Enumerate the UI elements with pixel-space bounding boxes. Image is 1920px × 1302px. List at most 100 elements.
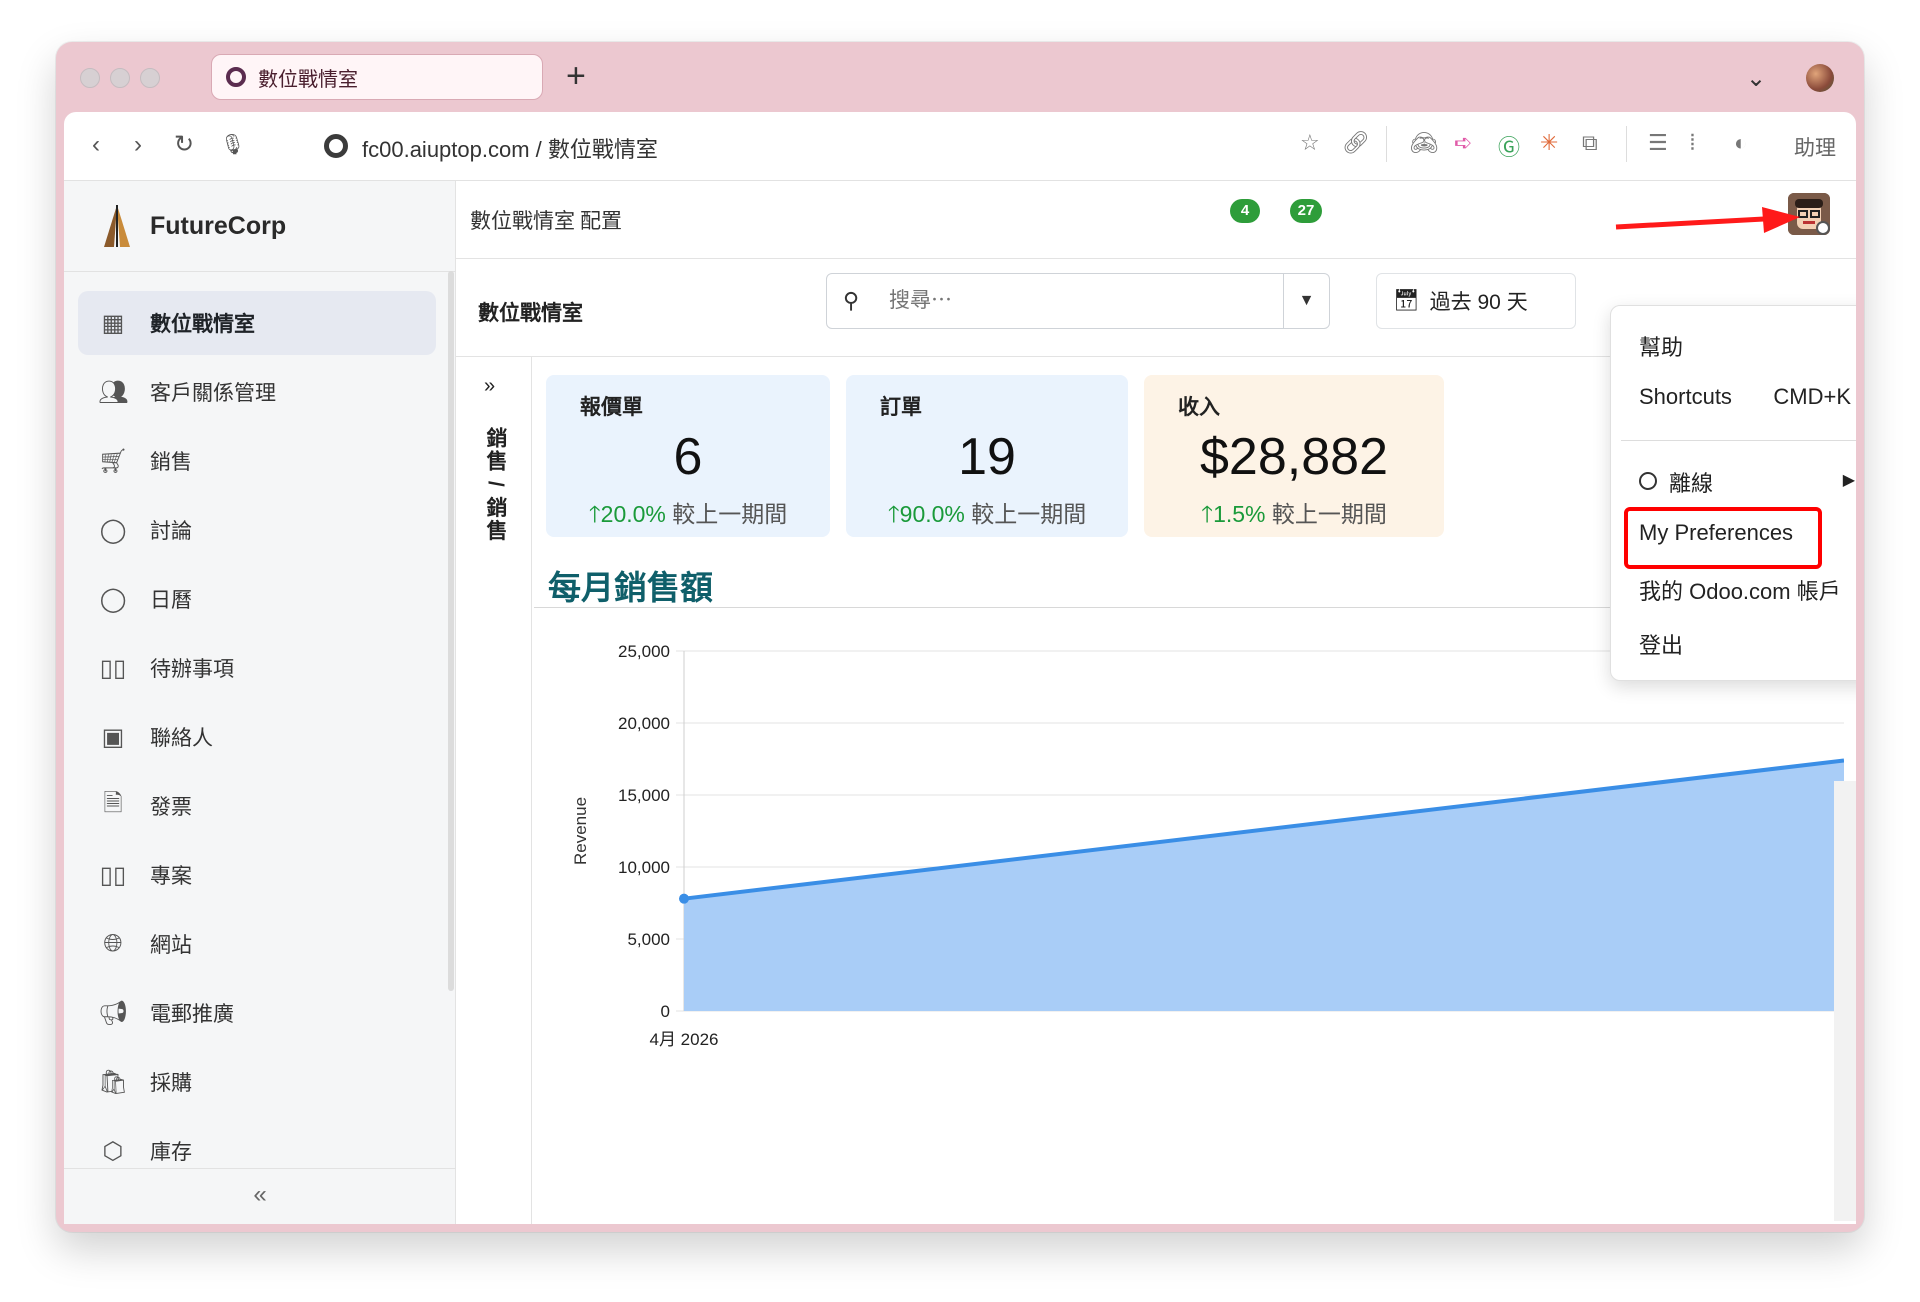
messages-badge[interactable]: 27: [1290, 199, 1322, 223]
sidebar-item-calendar[interactable]: ◯ 日曆: [78, 567, 436, 631]
menu-logout[interactable]: 登出: [1639, 628, 1683, 660]
kpi-change: 🡑90.0% 較上一期間: [846, 495, 1128, 537]
menu-shortcuts[interactable]: Shortcuts: [1639, 384, 1732, 410]
red-arrow-icon: [1615, 207, 1800, 233]
chat-icon: ◯: [99, 516, 127, 544]
search-icon: ⚲: [843, 288, 860, 313]
search-input[interactable]: [889, 274, 1269, 328]
date-period-selector[interactable]: 📅︎ 過去 90 天: [1376, 273, 1576, 329]
sidebar-item-dashboard[interactable]: ▦ 數位戰情室: [78, 291, 436, 355]
extensions-puzzle-icon[interactable]: ⧉: [1582, 130, 1598, 156]
browser-window: 數位戰情室 + ⌄ ‹ › ↻ 🎙︎ fc00.aiuptop.com / 數位…: [56, 42, 1864, 1232]
shortcut-key: CMD+K: [1773, 384, 1851, 409]
document-icon: 🗎: [103, 789, 123, 817]
address-bar[interactable]: fc00.aiuptop.com / 數位戰情室: [362, 132, 658, 164]
extension-arrow-icon[interactable]: ➪: [1454, 130, 1472, 156]
sidebar-item-contacts[interactable]: ▣ 聯絡人: [78, 705, 436, 769]
extension-grammarly-icon[interactable]: Ⓖ: [1498, 130, 1520, 162]
sidebar-item-crm[interactable]: 👥︎ 客戶關係管理: [78, 360, 436, 424]
series-area: [684, 760, 1844, 1011]
user-menu: 幫助 Shortcuts CMD+K 離線 ▶ My Preferences 我…: [1610, 305, 1856, 681]
minimize-window-button[interactable]: [110, 68, 130, 88]
sidebar-item-label: 網站: [150, 934, 192, 957]
sidebar-item-purchase[interactable]: 🛍︎ 採購: [78, 1050, 436, 1114]
chevron-down-icon[interactable]: ⌄: [1746, 64, 1766, 93]
site-favicon-icon: [226, 67, 246, 87]
kpi-value: 19: [958, 428, 1016, 486]
menu-help[interactable]: 幫助: [1639, 330, 1683, 362]
grid-icon: ▦: [101, 309, 125, 337]
kanban-icon: ▯▯: [99, 654, 127, 682]
menu-status-offline[interactable]: 離線: [1669, 466, 1713, 498]
contact-card-icon: ▣: [101, 723, 125, 751]
search-box: ⚲ ▼: [826, 273, 1330, 329]
site-info-icon[interactable]: [324, 134, 348, 158]
sidebar-item-discuss[interactable]: ◯ 討論: [78, 498, 436, 562]
sidebar-item-label: 發票: [150, 796, 192, 819]
sidebar-item-todo[interactable]: ▯▯ 待辦事項: [78, 636, 436, 700]
audio-wave-icon[interactable]: ⦙: [1690, 130, 1695, 156]
filter-label: 銷售 / 銷售: [484, 427, 507, 543]
kpi-change-suffix: 較上一期間: [971, 501, 1087, 527]
sidebar-item-label: 討論: [150, 520, 192, 543]
browser-toolbar: ‹ › ↻ 🎙︎ fc00.aiuptop.com / 數位戰情室 ☆ 🔗︎ 🙈…: [64, 112, 1856, 180]
sidebar-item-project[interactable]: ▯▯ 專案: [78, 843, 436, 907]
sidebar-item-label: 採購: [150, 1072, 192, 1095]
tab-title: 數位戰情室: [258, 68, 358, 91]
bookmark-star-icon[interactable]: ☆: [1300, 130, 1320, 156]
close-window-button[interactable]: [80, 68, 100, 88]
kpi-quotations[interactable]: 報價單 6 🡑20.0% 較上一期間: [546, 375, 830, 537]
kpi-change-suffix: 較上一期間: [1271, 501, 1387, 527]
globe-icon: 🌐︎: [103, 930, 123, 957]
assistant-icon[interactable]: ◐: [1734, 130, 1747, 156]
menu-dashboard[interactable]: 數位戰情室: [470, 205, 575, 235]
sidebar-item-invoicing[interactable]: 🗎 發票: [78, 774, 436, 838]
microphone-icon[interactable]: 🎙︎: [220, 130, 245, 160]
kpi-change-value: 1.5%: [1213, 501, 1266, 527]
y-tick-label: 20,000: [618, 714, 670, 733]
content-scrollbar[interactable]: [1834, 781, 1856, 1221]
reload-icon[interactable]: ↻: [174, 130, 194, 160]
period-label: 過去 90 天: [1429, 291, 1528, 314]
link-icon[interactable]: 🔗︎: [1342, 130, 1370, 156]
kpi-change-value: 20.0%: [600, 501, 666, 527]
kpi-orders[interactable]: 訂單 19 🡑90.0% 較上一期間: [846, 375, 1128, 537]
assistant-button[interactable]: 助理: [1794, 132, 1836, 162]
toolbar-separator: [1626, 126, 1627, 162]
brand[interactable]: FutureCorp: [100, 203, 286, 249]
kpi-change-suffix: 較上一期間: [672, 501, 788, 527]
collapse-sidebar-button[interactable]: «: [64, 1168, 456, 1224]
kpi-title: 報價單: [580, 396, 643, 419]
y-axis-label: Revenue: [571, 797, 590, 865]
y-tick-label: 5,000: [627, 930, 670, 949]
sidebar-scrollbar[interactable]: [448, 271, 454, 991]
status-radio-icon: [1639, 472, 1657, 490]
menu-odoo-account[interactable]: 我的 Odoo.com 帳戶: [1639, 574, 1841, 606]
y-tick-label: 10,000: [618, 858, 670, 877]
forward-icon[interactable]: ›: [134, 130, 142, 160]
sidebar-item-label: 待辦事項: [150, 658, 234, 681]
x-tick-label: 4月 2026: [650, 1030, 719, 1049]
zoom-window-button[interactable]: [140, 68, 160, 88]
activity-badge[interactable]: 4: [1230, 199, 1260, 223]
sidebar-item-website[interactable]: 🌐︎ 網站: [78, 912, 436, 976]
back-icon[interactable]: ‹: [92, 130, 100, 160]
sidebar-item-email-marketing[interactable]: 📢︎ 電郵推廣: [78, 981, 436, 1045]
search-options-dropdown[interactable]: ▼: [1283, 274, 1329, 328]
monthly-sales-chart: 25,000 20,000 15,000 10,000 5,000 0 Revenue 4月 …: [534, 611, 1844, 1223]
cart-icon: 🛒︎: [98, 447, 129, 475]
new-tab-button[interactable]: +: [566, 56, 586, 96]
browser-profile-icon[interactable]: [1806, 64, 1834, 92]
reading-list-icon[interactable]: ☰: [1648, 130, 1668, 156]
preferences-highlight-box: [1624, 507, 1822, 569]
expand-filter-button[interactable]: »: [484, 375, 495, 398]
browser-tab[interactable]: 數位戰情室: [211, 54, 543, 100]
kpi-change-value: 90.0%: [899, 501, 965, 527]
sidebar-item-label: 日曆: [150, 589, 192, 612]
kpi-revenue[interactable]: 收入 $28,882 🡑1.5% 較上一期間: [1144, 375, 1444, 537]
extension-monkey-icon[interactable]: 🙈︎: [1410, 130, 1438, 156]
sidebar-item-sales[interactable]: 🛒︎ 銷售: [78, 429, 436, 493]
toolbar-separator: [1386, 126, 1387, 162]
extension-sparkle-icon[interactable]: ✳: [1540, 130, 1558, 156]
menu-configuration[interactable]: 配置: [580, 205, 622, 235]
